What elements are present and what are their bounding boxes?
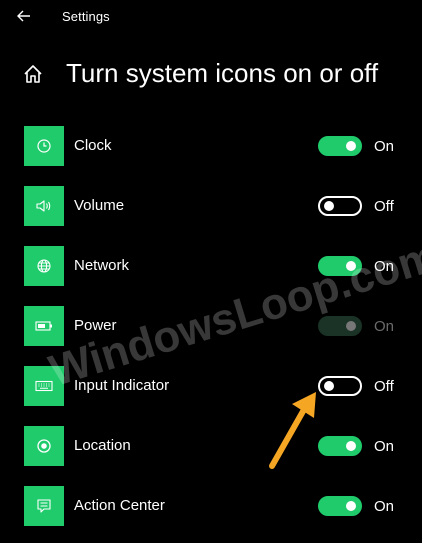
action-center-toggle[interactable] xyxy=(318,496,362,516)
toggle-knob xyxy=(346,261,356,271)
state-text: On xyxy=(374,438,395,455)
row-label: Clock xyxy=(74,137,112,154)
row-volume: Volume Off xyxy=(0,186,422,226)
toggle-knob xyxy=(346,141,356,151)
row-label: Location xyxy=(74,437,131,454)
state-text: Off xyxy=(374,378,394,395)
power-toggle[interactable] xyxy=(318,316,362,336)
location-icon xyxy=(37,439,51,453)
row-power: Power On xyxy=(0,306,422,346)
volume-toggle[interactable] xyxy=(318,196,362,216)
state-text: On xyxy=(374,318,395,335)
location-toggle[interactable] xyxy=(318,436,362,456)
icon-tile xyxy=(24,306,64,346)
row-input-indicator: Input Indicator Off xyxy=(0,366,422,406)
toggle-knob xyxy=(324,381,334,391)
toggle-knob xyxy=(324,201,334,211)
volume-icon xyxy=(36,200,51,212)
icon-tile xyxy=(24,246,64,286)
icon-tile xyxy=(24,426,64,466)
action-center-icon xyxy=(37,499,51,513)
icon-tile xyxy=(24,366,64,406)
row-action-center: Action Center On xyxy=(0,486,422,526)
keyboard-icon xyxy=(35,380,53,392)
battery-icon xyxy=(35,321,52,331)
row-location: Location On xyxy=(0,426,422,466)
system-icons-list: Clock On Volume Off Network On Power On … xyxy=(0,0,422,543)
icon-tile xyxy=(24,126,64,166)
input-indicator-toggle[interactable] xyxy=(318,376,362,396)
toggle-knob xyxy=(346,441,356,451)
row-label: Volume xyxy=(74,197,125,214)
row-label: Input Indicator xyxy=(74,377,170,394)
globe-icon xyxy=(37,259,51,273)
icon-tile xyxy=(24,186,64,226)
state-text: On xyxy=(374,138,395,155)
state-text: On xyxy=(374,498,395,515)
row-label: Network xyxy=(74,257,130,274)
icon-tile xyxy=(24,486,64,526)
row-label: Power xyxy=(74,317,117,334)
clock-icon xyxy=(37,139,51,153)
state-text: On xyxy=(374,258,395,275)
toggle-knob xyxy=(346,501,356,511)
row-label: Action Center xyxy=(74,497,165,514)
toggle-knob xyxy=(346,321,356,331)
network-toggle[interactable] xyxy=(318,256,362,276)
row-network: Network On xyxy=(0,246,422,286)
state-text: Off xyxy=(374,198,394,215)
row-clock: Clock On xyxy=(0,126,422,166)
clock-toggle[interactable] xyxy=(318,136,362,156)
